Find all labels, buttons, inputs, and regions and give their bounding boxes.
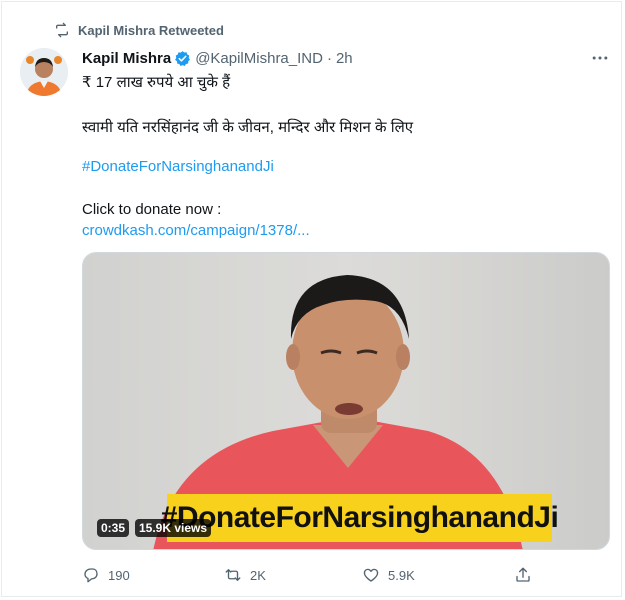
- hashtag-link[interactable]: #DonateForNarsinghanandJi: [82, 158, 274, 175]
- donate-link[interactable]: crowdkash.com/campaign/1378/...: [82, 222, 310, 239]
- video-hashtag-banner: #DonateForNarsinghanandJi: [161, 494, 559, 542]
- like-button[interactable]: 5.9K: [362, 566, 514, 584]
- tweet-text-line-3: Click to donate now :: [82, 201, 222, 218]
- author-name[interactable]: Kapil Mishra: [82, 50, 171, 67]
- retweet-header[interactable]: Kapil Mishra Retweeted: [54, 20, 224, 40]
- share-icon: [516, 567, 530, 582]
- retweet-button[interactable]: 2K: [224, 566, 362, 584]
- video-player[interactable]: #DonateForNarsinghanandJi 0:35 15.9K vie…: [82, 252, 610, 550]
- tweet-text-line-2: स्वामी यति नरसिंहानंद जी के जीवन, मन्दिर…: [82, 119, 414, 136]
- tweet-text-line-1: ₹ 17 लाख रुपये आ चुके हैं: [82, 74, 231, 91]
- retweet-icon: [225, 569, 241, 581]
- tweet-header: Kapil Mishra @KapilMishra_IND · 2h: [82, 47, 353, 69]
- reply-count: 190: [108, 567, 130, 583]
- reply-icon: [84, 568, 98, 583]
- avatar-image: [20, 48, 68, 96]
- video-duration-badge: 0:35: [97, 519, 130, 537]
- reply-button[interactable]: 190: [82, 566, 224, 584]
- video-views-badge: 15.9K views: [135, 519, 212, 537]
- tweet-card[interactable]: Kapil Mishra Retweeted Kapil Mishra @Kap…: [1, 1, 622, 597]
- author-handle[interactable]: @KapilMishra_IND: [195, 50, 323, 67]
- more-button[interactable]: [586, 47, 614, 69]
- retweet-header-label: Kapil Mishra Retweeted: [78, 22, 224, 38]
- retweet-icon: [56, 22, 68, 38]
- avatar[interactable]: [20, 48, 68, 96]
- heart-icon: [363, 568, 379, 582]
- action-bar: 190 2K 5.9K: [82, 564, 540, 586]
- separator-dot: ·: [326, 49, 332, 67]
- retweet-count: 2K: [250, 567, 266, 583]
- like-count: 5.9K: [388, 567, 415, 583]
- more-icon: [592, 56, 608, 60]
- tweet-time[interactable]: 2h: [336, 50, 353, 67]
- share-button[interactable]: [514, 566, 540, 584]
- verified-badge-icon: [175, 50, 191, 66]
